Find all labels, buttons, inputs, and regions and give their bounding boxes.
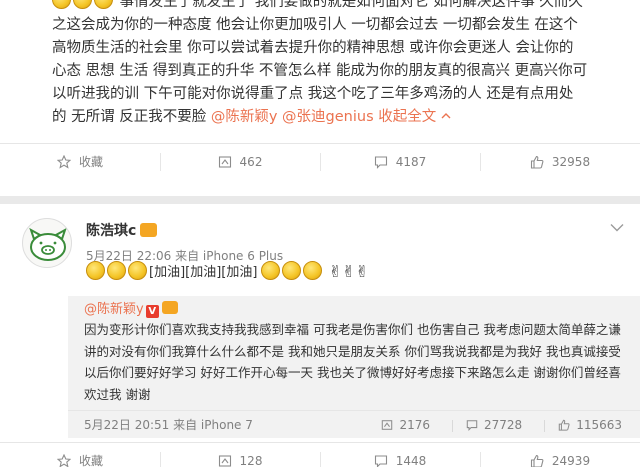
collapse-text-link[interactable]: 收起全文 [378, 109, 451, 125]
mention-link[interactable]: @陈新颖y [211, 109, 278, 125]
comment-icon [374, 155, 388, 169]
favorite-button[interactable]: 收藏 [0, 443, 160, 467]
emoji-icon [128, 261, 147, 280]
thumbs-up-icon [558, 419, 570, 431]
post-line-4: 心态 思想 生活 得到真正的升华 不管怎么样 能成为你的朋友真的很高兴 更高兴你… [52, 63, 588, 79]
favorite-button[interactable]: 收藏 [0, 144, 160, 179]
post-line-1: 事情发生了就发生了 我们要做的就是如何面对它 如何解决这件事 久而久 [52, 0, 628, 14]
pig-avatar-icon [29, 227, 67, 261]
chevron-up-icon [441, 113, 451, 119]
author-name[interactable]: 陈浩琪c [86, 220, 158, 240]
avatar[interactable] [22, 218, 72, 268]
repost-icon [382, 419, 393, 430]
victory-hand-icon: ✌ [341, 262, 356, 281]
post-text: 事情发生了就发生了 我们要做的就是如何面对它 如何解决这件事 久而久 之这会成为… [52, 0, 628, 129]
like-button[interactable]: 32958 [480, 144, 640, 179]
action-bar: 收藏 128 1448 24939 [0, 442, 640, 467]
star-icon [56, 453, 71, 467]
emoji-icon [52, 0, 71, 9]
emoji-icon [303, 261, 323, 280]
repost-comment-count[interactable]: 27728 [452, 418, 522, 432]
weibo-card-top: 事情发生了就发生了 我们要做的就是如何面对它 如何解决这件事 久而久 之这会成为… [0, 0, 640, 196]
victory-hand-icon: ✌ [355, 262, 369, 281]
emoji-icon [282, 261, 302, 280]
repost-footer: 5月22日 20:51 来自 iPhone 7 2176 27728 11566… [68, 410, 640, 438]
comment-button[interactable]: 1448 [320, 443, 480, 467]
chevron-down-icon[interactable] [610, 217, 624, 236]
emoji-icon [73, 0, 92, 9]
repost-body: 因为变形计你们喜欢我支持我我感到幸福 可我老是伤害你们 也伤害自己 我考虑问题太… [84, 322, 621, 402]
action-bar: 收藏 462 4187 32958 [0, 143, 640, 179]
emoji-icon [261, 261, 281, 280]
repost-icon [218, 454, 232, 467]
comment-icon [466, 419, 478, 431]
verified-badge-icon: V [145, 305, 159, 318]
repost-button[interactable]: 128 [160, 443, 320, 467]
repost-author[interactable]: @陈新颖y V [84, 300, 628, 319]
vip-badge-icon [140, 223, 158, 237]
post-line-3: 高物质生活的社会里 你可以尝试着去提升你的精神思想 或许你会更迷人 会让你的 [52, 40, 574, 56]
thumbs-up-icon [530, 454, 544, 467]
repost-time: 5月22日 20:51 来自 iPhone 7 [84, 418, 253, 432]
post-line-2: 之这会成为你的一种态度 他会让你更加吸引人 一切都会过去 一切都会发生 在这个 [52, 17, 578, 33]
weibo-card-bottom: 陈浩琪c 5月22日 22:06 来自 iPhone 6 Plus [加油][加… [0, 204, 640, 467]
star-icon [56, 154, 71, 169]
emoji-icon [94, 0, 113, 9]
comment-icon [374, 454, 388, 467]
emoji-icon [107, 261, 126, 280]
like-button[interactable]: 24939 [480, 443, 640, 467]
emoji-icon [86, 261, 105, 280]
repost-icon [218, 155, 232, 169]
repost-like-count[interactable]: 115663 [544, 418, 622, 432]
comment-button[interactable]: 4187 [320, 144, 480, 179]
post-text: [加油][加油][加油] ✌✌✌ [86, 260, 628, 285]
victory-hand-icon: ✌ [328, 262, 342, 281]
vip-badge-icon [161, 301, 178, 314]
post-line-5: 以听进我的训 下午可能对你说得重了点 我这个吃了三年多鸡汤的人 还是有点用处 [52, 86, 574, 102]
post-line-6: 的 无所谓 反正我不要脸 @陈新颖y @张迪genius 收起全文 [52, 106, 628, 129]
thumbs-up-icon [530, 155, 544, 169]
mention-link[interactable]: @张迪genius [282, 109, 374, 125]
repost-repost-count[interactable]: 2176 [367, 418, 430, 432]
repost-button[interactable]: 462 [160, 144, 320, 179]
repost-box[interactable]: @陈新颖y V 因为变形计你们喜欢我支持我我感到幸福 可我老是伤害你们 也伤害自己… [68, 296, 640, 410]
